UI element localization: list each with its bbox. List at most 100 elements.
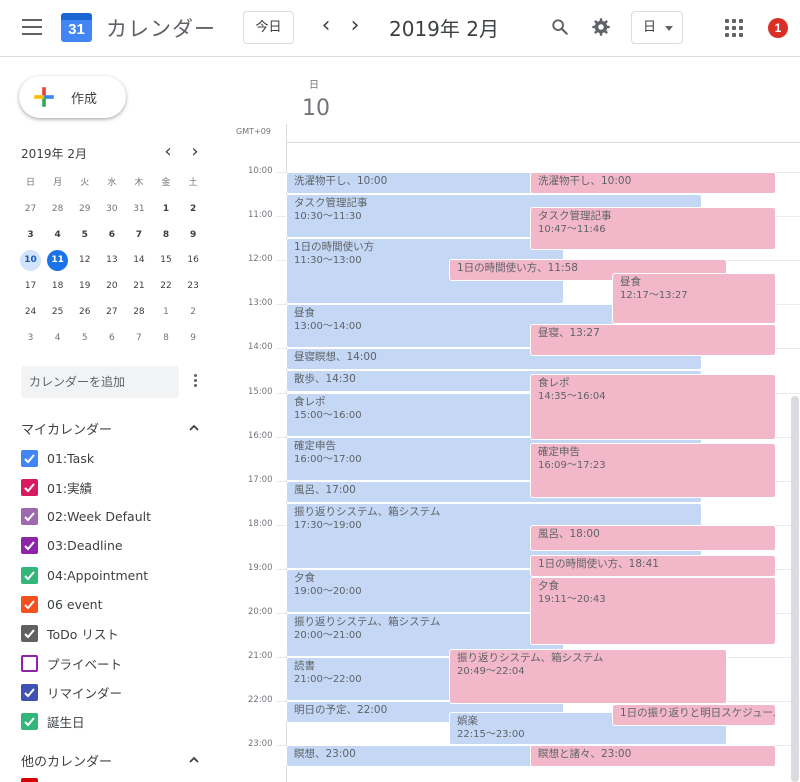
mini-calendar-day[interactable]: 13 bbox=[98, 249, 125, 275]
notification-badge[interactable]: 1 bbox=[768, 18, 788, 38]
day-number-label: 6 bbox=[108, 332, 115, 343]
chevron-up-icon[interactable] bbox=[188, 754, 200, 766]
day-number-label: 11 bbox=[47, 250, 69, 272]
mini-calendar-day[interactable]: 2 bbox=[180, 301, 207, 327]
mini-calendar-day[interactable]: 25 bbox=[44, 301, 71, 327]
checkbox-checked-icon[interactable] bbox=[21, 683, 38, 701]
gear-icon[interactable] bbox=[591, 17, 611, 37]
mini-calendar-prev-button[interactable]: ‹ bbox=[159, 142, 177, 162]
other-calendar-checkbox[interactable] bbox=[21, 778, 38, 782]
mini-calendar-day[interactable]: 5 bbox=[71, 327, 98, 353]
mini-calendar-day[interactable]: 1 bbox=[152, 198, 179, 224]
prev-day-button[interactable]: ‹ bbox=[313, 13, 339, 41]
chevron-up-icon[interactable] bbox=[188, 422, 200, 434]
calendar-event[interactable]: 確定申告 16:09～17:23 bbox=[530, 443, 776, 498]
mini-calendar-day[interactable]: 3 bbox=[17, 224, 44, 250]
mini-calendar-day[interactable]: 6 bbox=[98, 327, 125, 353]
next-day-button[interactable]: › bbox=[342, 13, 368, 41]
calendar-item[interactable]: 01:Task bbox=[21, 447, 94, 469]
calendar-event[interactable]: 風呂、18:00 bbox=[530, 524, 776, 551]
mini-calendar-day[interactable]: 14 bbox=[125, 249, 152, 275]
create-button[interactable]: 作成 bbox=[19, 76, 126, 118]
main-menu-icon[interactable] bbox=[22, 19, 42, 35]
checkbox-checked-icon[interactable] bbox=[21, 537, 38, 555]
mini-calendar-day[interactable]: 9 bbox=[180, 224, 207, 250]
mini-calendar-day[interactable]: 28 bbox=[125, 301, 152, 327]
mini-calendar-day[interactable]: 26 bbox=[71, 301, 98, 327]
checkbox-checked-icon[interactable] bbox=[21, 566, 38, 584]
mini-calendar-day[interactable]: 2 bbox=[180, 198, 207, 224]
calendar-event[interactable]: 1日の振り返りと明日スケジュール bbox=[612, 704, 776, 727]
mini-calendar-day[interactable]: 4 bbox=[44, 224, 71, 250]
calendar-item[interactable]: 誕生日 bbox=[21, 711, 85, 733]
mini-calendar-day[interactable]: 11 bbox=[44, 249, 71, 275]
calendar-event[interactable]: 1日の時間使い方、18:41 bbox=[530, 554, 776, 577]
mini-calendar-day[interactable]: 7 bbox=[125, 327, 152, 353]
mini-calendar-day[interactable]: 27 bbox=[17, 198, 44, 224]
mini-calendar-day[interactable]: 28 bbox=[44, 198, 71, 224]
calendar-item[interactable]: プライベート bbox=[21, 652, 122, 674]
calendar-event[interactable]: 食レポ 14:35～16:04 bbox=[530, 374, 776, 440]
calendar-item[interactable]: 01:実績 bbox=[21, 476, 92, 498]
checkbox-checked-icon[interactable] bbox=[21, 713, 38, 731]
checkbox-checked-icon[interactable] bbox=[21, 508, 38, 526]
mini-calendar-day[interactable]: 8 bbox=[152, 224, 179, 250]
checkbox-checked-icon[interactable] bbox=[21, 478, 38, 496]
mini-calendar-day[interactable]: 29 bbox=[71, 198, 98, 224]
mini-calendar-day[interactable]: 27 bbox=[98, 301, 125, 327]
mini-calendar-day[interactable]: 31 bbox=[125, 198, 152, 224]
calendar-item[interactable]: 06 event bbox=[21, 594, 102, 616]
mini-calendar-day[interactable]: 4 bbox=[44, 327, 71, 353]
mini-calendar-day[interactable]: 6 bbox=[98, 224, 125, 250]
calendar-item[interactable]: リマインダー bbox=[21, 681, 122, 703]
mini-calendar-day[interactable]: 18 bbox=[44, 275, 71, 301]
event-title: 振り返りシステム、箱システム bbox=[457, 652, 604, 664]
calendar-event[interactable]: 振り返りシステム、箱システム 20:49～22:04 bbox=[449, 649, 727, 705]
checkbox-checked-icon[interactable] bbox=[21, 625, 38, 643]
today-button[interactable]: 今日 bbox=[243, 11, 294, 44]
calendar-item[interactable]: 03:Deadline bbox=[21, 535, 123, 557]
search-icon[interactable] bbox=[551, 18, 569, 36]
more-options-icon[interactable] bbox=[191, 374, 199, 390]
calendar-event[interactable]: 洗濯物干し、10:00 bbox=[530, 172, 776, 195]
mini-calendar-day[interactable]: 5 bbox=[71, 224, 98, 250]
mini-calendar-day[interactable]: 10 bbox=[17, 249, 44, 275]
checkbox-checked-icon[interactable] bbox=[21, 449, 38, 467]
mini-calendar-day[interactable]: 1 bbox=[152, 301, 179, 327]
mini-calendar-next-button[interactable]: › bbox=[186, 142, 204, 162]
mini-calendar-day[interactable]: 15 bbox=[152, 249, 179, 275]
mini-calendar-day[interactable]: 12 bbox=[71, 249, 98, 275]
checkbox-checked-icon[interactable] bbox=[21, 596, 38, 613]
mini-calendar-day[interactable]: 21 bbox=[125, 275, 152, 301]
checkbox-unchecked-icon[interactable] bbox=[21, 654, 38, 672]
day-number-label: 31 bbox=[133, 203, 145, 214]
mini-calendar-day[interactable]: 22 bbox=[152, 275, 179, 301]
mini-calendar-day[interactable]: 30 bbox=[98, 198, 125, 224]
mini-calendar-day[interactable]: 23 bbox=[180, 275, 207, 301]
calendar-event[interactable]: 昼食 12:17～13:27 bbox=[612, 272, 776, 325]
calendar-item[interactable]: 02:Week Default bbox=[21, 506, 151, 528]
day-number-label: 16 bbox=[187, 255, 199, 266]
day-number[interactable]: 10 bbox=[302, 96, 330, 121]
add-calendar-field[interactable]: カレンダーを追加 bbox=[21, 366, 179, 398]
apps-grid-icon[interactable] bbox=[725, 19, 743, 37]
mini-calendar-day[interactable]: 8 bbox=[152, 327, 179, 353]
mini-calendar-day[interactable]: 24 bbox=[17, 301, 44, 327]
day-number-label: 14 bbox=[133, 255, 145, 266]
mini-calendar-day[interactable]: 20 bbox=[98, 275, 125, 301]
mini-calendar-day[interactable]: 19 bbox=[71, 275, 98, 301]
mini-calendar-day[interactable]: 7 bbox=[125, 224, 152, 250]
scrollbar[interactable] bbox=[791, 396, 799, 782]
calendar-item[interactable]: ToDo リスト bbox=[21, 623, 119, 645]
calendar-event[interactable]: 昼寝、13:27 bbox=[530, 324, 776, 356]
calendar-item[interactable]: 04:Appointment bbox=[21, 564, 148, 586]
mini-calendar-day[interactable]: 3 bbox=[17, 327, 44, 353]
mini-calendar-day[interactable]: 9 bbox=[180, 327, 207, 353]
calendar-event[interactable]: 瞑想と諸々、23:00 bbox=[530, 745, 776, 768]
mini-calendar-day[interactable]: 16 bbox=[180, 249, 207, 275]
mini-calendar-day[interactable]: 17 bbox=[17, 275, 44, 301]
calendar-event[interactable]: 夕食 19:11～20:43 bbox=[530, 576, 776, 645]
view-selector[interactable]: 日 bbox=[631, 11, 683, 44]
calendar-event[interactable]: タスク管理記事 10:47～11:46 bbox=[530, 206, 776, 250]
calendar-event[interactable]: 夕食 19:00～20:00 bbox=[286, 568, 564, 613]
